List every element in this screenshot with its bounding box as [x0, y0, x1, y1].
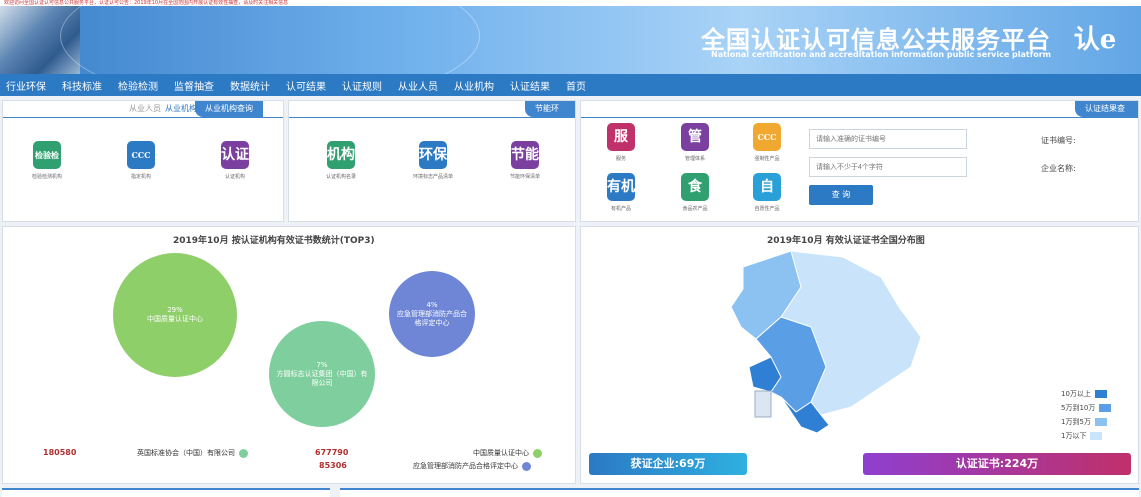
legend-item: 中国质量认证中心: [473, 448, 546, 458]
cert-number-label: 证书编号:: [1041, 136, 1076, 145]
icon-caption: 强制性产品: [754, 156, 780, 162]
tab-underline: [581, 117, 1138, 118]
organic-icon[interactable]: 有机: [607, 173, 635, 201]
designated-icon[interactable]: CCC: [127, 141, 155, 169]
icon-caption: 节能环保清单: [509, 174, 540, 180]
nav-item[interactable]: 行业环保: [6, 78, 46, 93]
query-panel: 认证结果查询 CCC 强制性产品 管管理体系 服服务自自愿性产品 食食品农产品 有机有机产…: [580, 100, 1139, 222]
bubble-fire[interactable]: 4% 应急管理部消防产品合格评定中心: [389, 271, 475, 357]
legend-value: 85306: [319, 461, 347, 470]
icon-caption: 自愿性产品: [754, 206, 780, 212]
map-legend-label: 1万以下: [1061, 432, 1087, 440]
map-legend-item: 1万到5万: [1061, 417, 1107, 427]
tab-underline: [3, 117, 283, 118]
nav-item[interactable]: 监督抽查: [174, 78, 214, 93]
china-map[interactable]: [581, 227, 1140, 485]
nav-item[interactable]: 首页: [566, 78, 586, 93]
icon-caption: 认证机构名录: [325, 174, 356, 180]
map-legend-label: 5万到10万: [1061, 404, 1096, 412]
legend-value: 180580: [43, 448, 77, 457]
org-panel: 从业机构查询 从业机构 从业人员 认证 认证机构 CCC 指定机构 检验检测 检验检测机构: [2, 100, 284, 222]
bottom-panel-left: [2, 488, 330, 497]
map-legend-swatch: [1094, 418, 1107, 426]
icon-caption: 检验检测机构: [31, 174, 62, 180]
tab-cert-query[interactable]: 认证结果查询: [1075, 101, 1138, 129]
institution-icon[interactable]: 机构: [327, 141, 355, 169]
bottom-panel-right: [340, 488, 1139, 497]
icon-caption: 认证机构: [224, 174, 245, 180]
legend-item: 英国标准协会（中国）有限公司: [137, 448, 252, 458]
energy-saving-icon[interactable]: 节能: [511, 141, 539, 169]
search-button[interactable]: 查 询: [809, 185, 873, 205]
icon-caption: 服务: [615, 156, 626, 162]
legend-item: 应急管理部消防产品合格评定中心: [413, 461, 535, 471]
company-name-input[interactable]: [809, 157, 967, 177]
map-legend-swatch: [1094, 390, 1107, 398]
site-logo[interactable]: 认e云: [1065, 16, 1125, 74]
env-panel: 节能环保 节能节能环保清单 环保环境标志产品清单 机构认证机构名录: [288, 100, 576, 222]
legend-value: 677790: [315, 448, 349, 457]
tab-staff[interactable]: 从业人员: [123, 101, 167, 117]
icon-caption: 有机产品: [610, 206, 631, 212]
testing-icon[interactable]: 检验检测: [33, 141, 61, 188]
nav-item[interactable]: 科技标准: [62, 78, 102, 93]
icon-caption: 管理体系: [684, 156, 705, 162]
icon-caption: 食品农产品: [682, 206, 708, 212]
nav-item[interactable]: 检验检测: [118, 78, 158, 93]
bubble-fangyuan[interactable]: 7% 方圆标志认证集团（中国）有限公司: [269, 321, 375, 427]
nav-item[interactable]: 认证规则: [342, 78, 382, 93]
nav-item[interactable]: 从业人员: [398, 78, 438, 93]
nav-item[interactable]: 认可结果: [286, 78, 326, 93]
map-legend-label: 1万到5万: [1061, 418, 1091, 426]
food-icon[interactable]: 食: [681, 173, 709, 201]
bubble-chart-title: 2019年10月 按认证机构有效证书数统计(TOP3): [173, 236, 375, 246]
map-legend-item: 5万到10万: [1061, 403, 1112, 413]
ccc-icon[interactable]: CCC: [753, 123, 781, 151]
map-legend-item: 10万以上: [1061, 389, 1107, 399]
service-icon[interactable]: 服: [607, 123, 635, 151]
bubble-chart-panel: 2019年10月 按认证机构有效证书数统计(TOP3) 29% 中国质量认证中心 …: [2, 226, 576, 484]
map-legend-swatch: [1099, 404, 1112, 412]
tab-underline: [289, 117, 575, 118]
cert-body-icon[interactable]: 认证: [221, 141, 249, 169]
map-panel: 2019年10月 有效认证证书全国分布图 10万以上 5万到10万 1万到5万 1万以…: [580, 226, 1139, 484]
cert-total-bar: 认证证书:224万: [863, 453, 1131, 475]
header-banner: 全国认证认可信息公共服务平台 National certification an…: [0, 6, 1141, 74]
icon-caption: 环境标志产品清单: [412, 174, 453, 180]
company-total-bar: 获证企业:69万: [589, 453, 747, 475]
nav-item[interactable]: 从业机构: [454, 78, 494, 93]
icon-caption: 指定机构: [130, 174, 151, 180]
nav-item[interactable]: 数据统计: [230, 78, 270, 93]
map-legend-label: 10万以上: [1061, 390, 1091, 398]
nav-item[interactable]: 认证结果: [510, 78, 550, 93]
banner-decoration: [60, 6, 480, 74]
company-name-label: 企业名称:: [1041, 164, 1076, 173]
cert-number-input[interactable]: [809, 129, 967, 149]
bubble-cqc[interactable]: 29% 中国质量认证中心: [113, 253, 237, 377]
management-icon[interactable]: 管: [681, 123, 709, 151]
main-nav: 行业环保 科技标准 检验检测 监督抽查 数据统计 认可结果 认证规则 从业人员 从业机构 认证结果…: [0, 74, 1141, 96]
tab-env[interactable]: 节能环保: [525, 101, 575, 129]
map-legend-swatch: [1090, 432, 1103, 440]
map-legend-item: 1万以下: [1061, 431, 1103, 441]
site-subtitle: National certification and accreditation…: [711, 50, 1051, 59]
voluntary-icon[interactable]: 自: [753, 173, 781, 201]
tab-org-query[interactable]: 从业机构查询: [195, 101, 263, 117]
eco-label-icon[interactable]: 环保: [419, 141, 447, 169]
